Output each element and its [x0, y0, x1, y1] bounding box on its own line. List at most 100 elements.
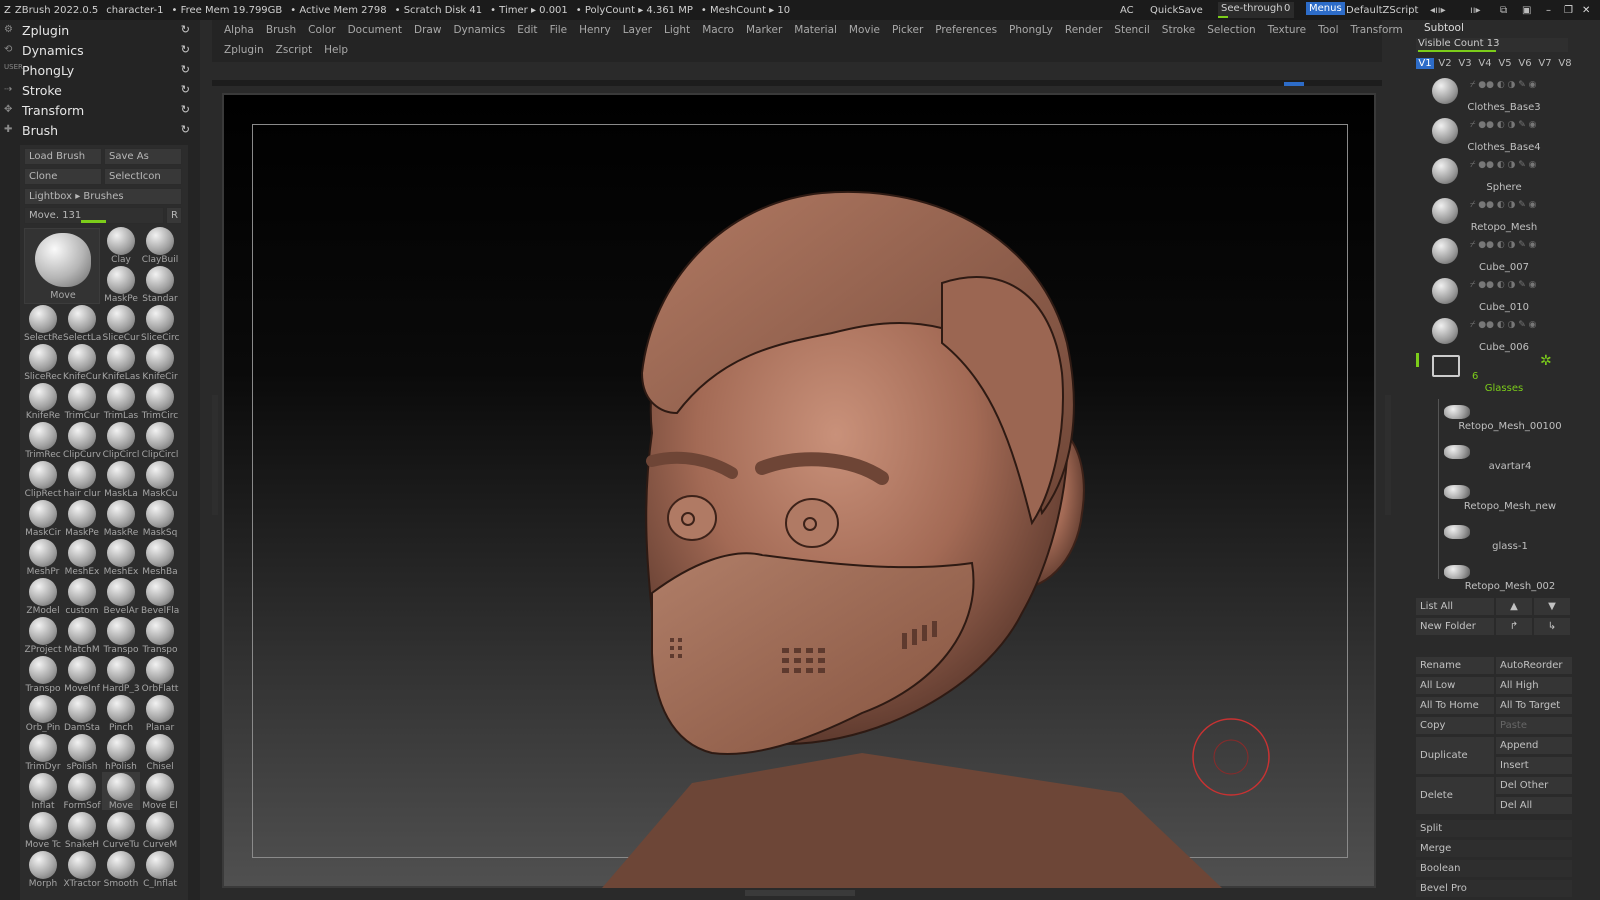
- menus-toggle[interactable]: Menus: [1306, 2, 1345, 15]
- version-tab-v2[interactable]: V2: [1436, 58, 1454, 69]
- folder-item-name[interactable]: Retopo_Mesh_00100: [1450, 421, 1570, 432]
- brush-clipcurv[interactable]: ClipCurv: [63, 421, 101, 459]
- quicksave-button[interactable]: QuickSave: [1150, 5, 1203, 16]
- brush-slicerec[interactable]: SliceRec: [24, 343, 62, 381]
- brush-matchm[interactable]: MatchM: [63, 616, 101, 654]
- brush-chisel[interactable]: Chisel: [141, 733, 179, 771]
- brush-custom[interactable]: custom: [63, 577, 101, 615]
- brush-clipcircl[interactable]: ClipCircl: [141, 421, 179, 459]
- duplicate-button[interactable]: Duplicate: [1416, 737, 1494, 774]
- all-to-target-button[interactable]: All To Target: [1496, 697, 1572, 714]
- menu-layer[interactable]: Layer: [623, 24, 652, 36]
- clone-button[interactable]: Clone: [24, 168, 102, 185]
- version-tab-v1[interactable]: V1: [1416, 58, 1434, 69]
- brush-zproject[interactable]: ZProject: [24, 616, 62, 654]
- menu-document[interactable]: Document: [348, 24, 402, 36]
- brush-meshpr[interactable]: MeshPr: [24, 538, 62, 576]
- brush-transpo[interactable]: Transpo: [141, 616, 179, 654]
- refresh-icon[interactable]: ↻: [181, 123, 190, 136]
- layout-toggle-icon[interactable]: ◂ıı▸: [1430, 5, 1446, 16]
- menu-color[interactable]: Color: [308, 24, 335, 36]
- palette-zplugin[interactable]: ⚙ Zplugin ↻: [0, 20, 200, 40]
- brush-trimdyr[interactable]: TrimDyr: [24, 733, 62, 771]
- brush-morph[interactable]: Morph: [24, 850, 62, 888]
- palette-transform[interactable]: ✥ Transform ↻: [0, 100, 200, 120]
- sculpt-model[interactable]: [222, 93, 1376, 888]
- brush-maskcu[interactable]: MaskCu: [141, 460, 179, 498]
- version-tab-v7[interactable]: V7: [1536, 58, 1554, 69]
- folder-item-name[interactable]: Retopo_Mesh_new: [1450, 501, 1570, 512]
- palette-phongly[interactable]: PhongLy ↻: [0, 60, 200, 80]
- brush-xtractor[interactable]: XTractor: [63, 850, 101, 888]
- brush-bevelar[interactable]: BevelAr: [102, 577, 140, 615]
- rename-button[interactable]: Rename: [1416, 657, 1494, 674]
- brush-formsof[interactable]: FormSof: [63, 772, 101, 810]
- delete-button[interactable]: Delete: [1416, 777, 1494, 814]
- window-layout-icon[interactable]: ⧉: [1500, 5, 1507, 16]
- folder-item-name[interactable]: glass-1: [1450, 541, 1570, 552]
- all-high-button[interactable]: All High: [1496, 677, 1572, 694]
- folder-name[interactable]: Glasses: [1444, 383, 1564, 394]
- brush-slicecirc[interactable]: SliceCirc: [141, 304, 179, 342]
- list-all-button[interactable]: List All: [1416, 598, 1494, 615]
- brush-orbflatt[interactable]: OrbFlatt: [141, 655, 179, 693]
- section-merge[interactable]: Merge: [1416, 840, 1572, 857]
- save-as-button[interactable]: Save As: [104, 148, 182, 165]
- insert-button[interactable]: Insert: [1496, 757, 1572, 774]
- load-brush-button[interactable]: Load Brush: [24, 148, 102, 165]
- brush-trimcirc[interactable]: TrimCirc: [141, 382, 179, 420]
- all-low-button[interactable]: All Low: [1416, 677, 1494, 694]
- subtool-name[interactable]: Cube_007: [1444, 262, 1564, 273]
- version-tab-v5[interactable]: V5: [1496, 58, 1514, 69]
- menu-alpha[interactable]: Alpha: [224, 24, 254, 36]
- move-up-icon[interactable]: ▲: [1496, 598, 1532, 615]
- brush-maskpe[interactable]: MaskPe: [102, 265, 140, 303]
- palette-dynamics[interactable]: ⟲ Dynamics ↻: [0, 40, 200, 60]
- version-tab-v3[interactable]: V3: [1456, 58, 1474, 69]
- select-icon-button[interactable]: SelectIcon: [104, 168, 182, 185]
- brush-maskre[interactable]: MaskRe: [102, 499, 140, 537]
- brush-selectre[interactable]: SelectRe: [24, 304, 62, 342]
- section-boolean[interactable]: Boolean: [1416, 860, 1572, 877]
- brush-standar[interactable]: Standar: [141, 265, 179, 303]
- subtool-name[interactable]: Cube_010: [1444, 302, 1564, 313]
- menu-dynamics[interactable]: Dynamics: [453, 24, 505, 36]
- brush-curvetu[interactable]: CurveTu: [102, 811, 140, 849]
- brush-spolish[interactable]: sPolish: [63, 733, 101, 771]
- brush-trimrec[interactable]: TrimRec: [24, 421, 62, 459]
- arrow-return-icon[interactable]: ↳: [1534, 618, 1570, 635]
- new-folder-button[interactable]: New Folder: [1416, 618, 1494, 635]
- brush-moveinf[interactable]: MoveInf: [63, 655, 101, 693]
- window-tile-icon[interactable]: ▣: [1522, 5, 1531, 16]
- refresh-icon[interactable]: ↻: [181, 103, 190, 116]
- move-slider[interactable]: Move. 131: [24, 207, 164, 224]
- menu-tool[interactable]: Tool: [1318, 24, 1338, 36]
- menu-stroke[interactable]: Stroke: [1162, 24, 1195, 36]
- brush-knifecir[interactable]: KnifeCir: [141, 343, 179, 381]
- brush-move[interactable]: Move: [102, 772, 140, 810]
- subtool-name[interactable]: Clothes_Base3: [1444, 102, 1564, 113]
- menu-transform[interactable]: Transform: [1351, 24, 1403, 36]
- brush-selectla[interactable]: SelectLa: [63, 304, 101, 342]
- menu-edit[interactable]: Edit: [517, 24, 537, 36]
- brush-pinch[interactable]: Pinch: [102, 694, 140, 732]
- bottom-tray-handle[interactable]: [745, 890, 855, 896]
- paste-button[interactable]: Paste: [1496, 717, 1572, 734]
- version-tab-v6[interactable]: V6: [1516, 58, 1534, 69]
- brush-c-inflat[interactable]: C_Inflat: [141, 850, 179, 888]
- subtool-name[interactable]: Retopo_Mesh: [1444, 222, 1564, 233]
- r-button[interactable]: R: [166, 207, 182, 224]
- brush-meshex[interactable]: MeshEx: [102, 538, 140, 576]
- refresh-icon[interactable]: ↻: [181, 23, 190, 36]
- refresh-icon[interactable]: ↻: [181, 63, 190, 76]
- lightbox-brushes-button[interactable]: Lightbox ▸ Brushes: [24, 188, 182, 205]
- brush-smooth[interactable]: Smooth: [102, 850, 140, 888]
- subtool-name[interactable]: Sphere: [1444, 182, 1564, 193]
- menu-texture[interactable]: Texture: [1268, 24, 1306, 36]
- brush-hpolish[interactable]: hPolish: [102, 733, 140, 771]
- brush-meshex[interactable]: MeshEx: [63, 538, 101, 576]
- menu-render[interactable]: Render: [1065, 24, 1102, 36]
- menu-picker[interactable]: Picker: [892, 24, 923, 36]
- layout-right-icon[interactable]: ıı▸: [1470, 5, 1481, 16]
- brush-clipcircl[interactable]: ClipCircl: [102, 421, 140, 459]
